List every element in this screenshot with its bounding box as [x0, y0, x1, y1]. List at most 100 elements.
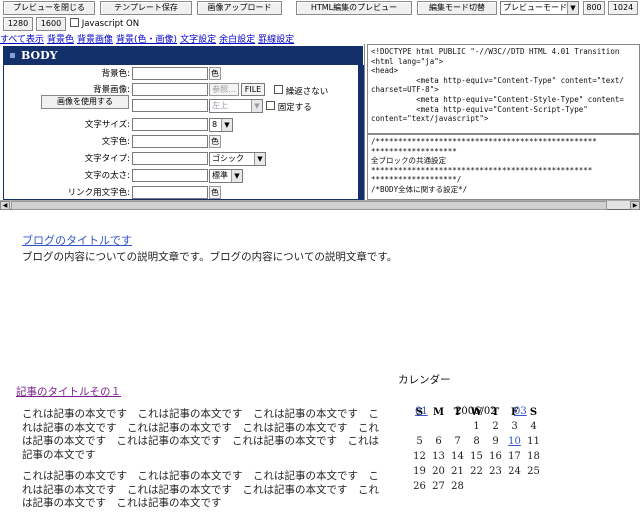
- calendar-day: 2: [492, 421, 499, 432]
- use-image-button[interactable]: 画像を使用する: [41, 95, 129, 109]
- preview-mode-select[interactable]: プレビューモード ▼: [500, 1, 579, 15]
- browse-button[interactable]: 参照...: [209, 83, 239, 96]
- calendar-weekday: S: [529, 406, 538, 418]
- html-code-text: <!DOCTYPE html PUBLIC "-//W3C//DTD HTML …: [371, 47, 624, 124]
- chevron-down-icon: ▼: [231, 170, 242, 182]
- scroll-right-icon[interactable]: ▶: [630, 201, 640, 210]
- fixed-label: 固定する: [277, 103, 312, 113]
- calendar-day: 22: [470, 466, 483, 477]
- panel-scrollbar[interactable]: [358, 65, 364, 200]
- style-settings-panel: BODY 背景色: 色 背景画像: 参照... FILE 繰返さない 画像を使用…: [0, 44, 365, 200]
- fixed-option[interactable]: 固定する: [266, 101, 312, 113]
- scrollbar-thumb[interactable]: [11, 201, 607, 210]
- scroll-left-icon[interactable]: ◀: [0, 201, 10, 210]
- calendar-day: [524, 479, 543, 494]
- calendar-day: 11: [527, 436, 540, 447]
- calendar-day: [429, 419, 448, 434]
- font-size-input[interactable]: [132, 118, 208, 131]
- calendar-day: 18: [527, 451, 540, 462]
- calendar-day-link[interactable]: 10: [508, 436, 521, 447]
- horizontal-scrollbar[interactable]: ◀ ▶: [0, 200, 640, 210]
- font-weight-label: 文字の太さ:: [84, 171, 130, 181]
- calendar-day: 25: [527, 466, 540, 477]
- close-preview-button[interactable]: プレビューを閉じる: [3, 1, 95, 15]
- upload-image-button[interactable]: 画像アップロード: [197, 1, 282, 15]
- calendar-day: 17: [508, 451, 521, 462]
- calendar-day: 27: [432, 481, 445, 492]
- calendar-week-row: 19 20 21 22 23 24 25: [410, 464, 543, 479]
- font-size-label: 文字サイズ:: [84, 120, 130, 130]
- no-repeat-checkbox[interactable]: [274, 85, 283, 94]
- javascript-toggle[interactable]: Javascript ON: [70, 18, 139, 30]
- html-code-editor[interactable]: <!DOCTYPE html PUBLIC "-//W3C//DTD HTML …: [367, 44, 640, 134]
- calendar-weekday: T: [491, 406, 500, 418]
- text-color-input[interactable]: [132, 135, 208, 148]
- calendar-day: 4: [530, 421, 537, 432]
- fixed-checkbox[interactable]: [266, 101, 275, 110]
- calendar-day: 19: [413, 466, 426, 477]
- chevron-down-icon: ▼: [221, 119, 232, 131]
- preview-mode-value: プレビューモード: [503, 3, 567, 12]
- text-color-picker-button[interactable]: 色: [209, 135, 221, 148]
- calendar-day: 14: [451, 451, 464, 462]
- bg-position-input[interactable]: [132, 99, 208, 112]
- calendar-day: 20: [432, 466, 445, 477]
- calendar-day: [410, 419, 429, 434]
- calendar-day: 9: [492, 436, 499, 447]
- font-weight-value: 標準: [212, 171, 228, 180]
- chevron-down-icon: ▼: [254, 153, 265, 165]
- font-type-value: ゴシック: [212, 154, 244, 163]
- calendar-week-row: 1 2 3 4: [410, 419, 543, 434]
- panel-header: BODY: [3, 46, 363, 65]
- panel-body: 背景色: 色 背景画像: 参照... FILE 繰返さない 画像を使用する 左上…: [3, 65, 360, 200]
- calendar-day: 12: [413, 451, 426, 462]
- html-edit-preview-button[interactable]: HTML編集のプレビュー: [296, 1, 412, 15]
- file-button[interactable]: FILE: [241, 83, 265, 96]
- bg-image-input[interactable]: [132, 83, 208, 96]
- width-1024-button[interactable]: 1024: [608, 1, 638, 15]
- calendar-week-row: 5 6 7 8 9 10 11: [410, 434, 543, 449]
- calendar-day: 1: [473, 421, 480, 432]
- width-800-button[interactable]: 800: [583, 1, 605, 15]
- font-weight-select[interactable]: 標準 ▼: [209, 169, 243, 183]
- css-code-editor[interactable]: /***************************************…: [367, 134, 640, 200]
- entry-body-paragraph-1: これは記事の本文です これは記事の本文です これは記事の本文です これは記事の本…: [22, 408, 379, 461]
- no-repeat-option[interactable]: 繰返さない: [274, 85, 328, 97]
- blog-title-link[interactable]: ブログのタイトルです: [22, 232, 132, 248]
- javascript-checkbox[interactable]: [70, 18, 79, 27]
- bg-color-input[interactable]: [132, 67, 208, 80]
- calendar-day: [505, 479, 524, 494]
- calendar-table: SMTWTFS 1 2 3 4 5 6 7 8 9 10 11 12 13 14 15 16 17 18 19 20 2…: [410, 405, 543, 494]
- chevron-down-icon: ▼: [567, 2, 578, 14]
- font-type-label: 文字タイプ:: [84, 154, 130, 164]
- save-template-button[interactable]: テンプレート保存: [100, 1, 192, 15]
- edit-mode-toggle-button[interactable]: 編集モード切替: [417, 1, 497, 15]
- bg-color-label: 背景色:: [101, 69, 130, 79]
- bg-color-picker-button[interactable]: 色: [209, 67, 221, 80]
- width-1280-button[interactable]: 1280: [3, 17, 33, 31]
- calendar-day: 24: [508, 466, 521, 477]
- calendar-day: 3: [511, 421, 518, 432]
- link-color-label: リンク用文字色:: [67, 188, 130, 198]
- entry-body-paragraph-2: これは記事の本文です これは記事の本文です これは記事の本文です これは記事の本…: [22, 470, 379, 509]
- width-1600-button[interactable]: 1600: [36, 17, 66, 31]
- calendar-day: 7: [454, 436, 461, 447]
- font-type-input[interactable]: [132, 152, 208, 165]
- calendar-weekday: T: [453, 406, 462, 418]
- calendar-day: 21: [451, 466, 464, 477]
- font-type-select[interactable]: ゴシック ▼: [209, 152, 266, 166]
- font-size-select[interactable]: 8 ▼: [209, 118, 233, 132]
- link-color-picker-button[interactable]: 色: [209, 186, 221, 199]
- bg-position-select[interactable]: 左上 ▼: [209, 99, 263, 113]
- link-color-input[interactable]: [132, 186, 208, 199]
- calendar-weekday: W: [470, 406, 483, 418]
- calendar-day: 26: [413, 481, 426, 492]
- font-weight-input[interactable]: [132, 169, 208, 182]
- text-color-label: 文字色:: [101, 137, 130, 147]
- calendar-day: 28: [451, 481, 464, 492]
- entry-title-link[interactable]: 記事のタイトルその１: [16, 384, 121, 399]
- calendar-day[interactable]: 10: [505, 434, 524, 449]
- calendar-day: 23: [489, 466, 502, 477]
- calendar-week-row: 12 13 14 15 16 17 18: [410, 449, 543, 464]
- calendar-body: 1 2 3 4 5 6 7 8 9 10 11 12 13 14 15 16 17 18 19 20 21 22 23 24 2…: [410, 419, 543, 494]
